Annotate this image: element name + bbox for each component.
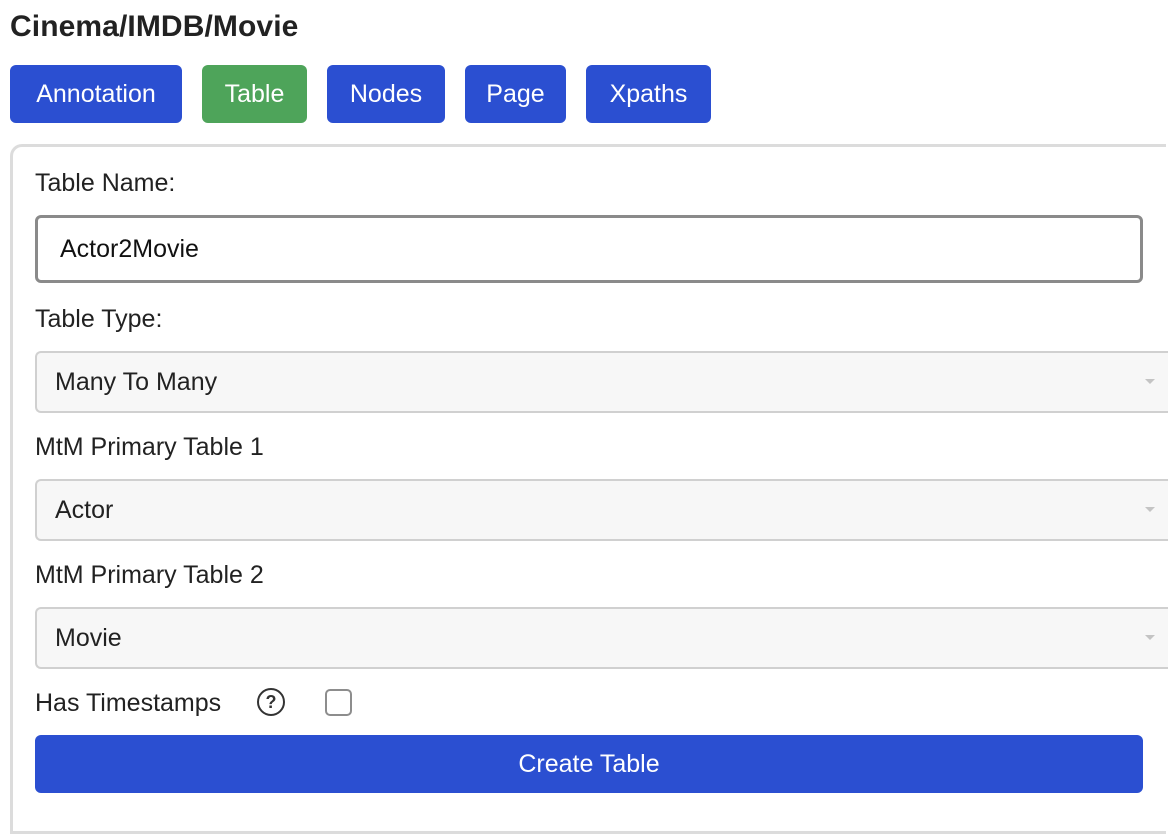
chevron-down-icon — [1145, 507, 1155, 512]
table-type-selected-value: Many To Many — [55, 367, 218, 396]
tab-nodes[interactable]: Nodes — [327, 65, 445, 123]
tab-page[interactable]: Page — [465, 65, 566, 123]
table-form-panel: Table Name: Table Type: Many To Many MtM… — [10, 144, 1168, 834]
mtm-primary-table-1-select[interactable]: Actor — [35, 479, 1168, 541]
mtm-primary-table-2-selected-value: Movie — [55, 623, 122, 652]
table-name-label: Table Name: — [35, 169, 176, 197]
mtm-primary-table-1-label: MtM Primary Table 1 — [35, 433, 264, 461]
mtm-primary-table-2-select[interactable]: Movie — [35, 607, 1168, 669]
create-table-button[interactable]: Create Table — [35, 735, 1143, 793]
table-name-input[interactable] — [35, 215, 1143, 283]
tab-bar: Annotation Table Nodes Page Xpaths — [10, 65, 731, 123]
has-timestamps-label: Has Timestamps — [35, 689, 222, 717]
tab-xpaths[interactable]: Xpaths — [586, 65, 711, 123]
has-timestamps-checkbox[interactable] — [325, 689, 352, 716]
question-circle-icon[interactable]: ? — [257, 688, 285, 716]
page-title: Cinema/IMDB/Movie — [10, 10, 299, 43]
table-type-label: Table Type: — [35, 305, 163, 333]
mtm-primary-table-2-label: MtM Primary Table 2 — [35, 561, 264, 589]
chevron-down-icon — [1145, 379, 1155, 384]
table-type-select[interactable]: Many To Many — [35, 351, 1168, 413]
mtm-primary-table-1-selected-value: Actor — [55, 495, 114, 524]
tab-table[interactable]: Table — [202, 65, 307, 123]
chevron-down-icon — [1145, 635, 1155, 640]
tab-annotation[interactable]: Annotation — [10, 65, 182, 123]
